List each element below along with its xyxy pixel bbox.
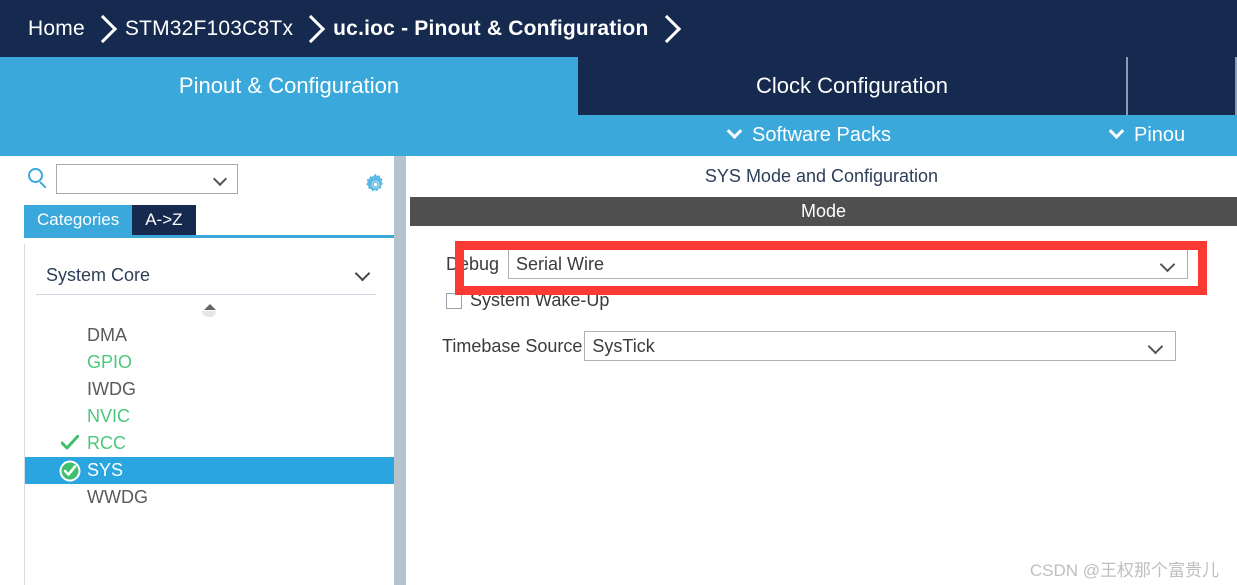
breadcrumb: Home STM32F103C8Tx uc.ioc - Pinout & Con… bbox=[0, 0, 1237, 57]
chevron-down-icon bbox=[1108, 123, 1125, 140]
search-input[interactable] bbox=[56, 164, 238, 194]
chevron-down-icon[interactable] bbox=[212, 171, 228, 187]
search-icon bbox=[28, 168, 48, 189]
panel-splitter[interactable] bbox=[394, 156, 406, 585]
breadcrumb-chevron-icon bbox=[649, 0, 689, 57]
breadcrumb-item-home[interactable]: Home bbox=[0, 17, 85, 41]
subtab-underline bbox=[24, 235, 394, 238]
peripheral-label: WWDG bbox=[87, 487, 148, 507]
category-header-system-core[interactable]: System Core bbox=[35, 258, 385, 292]
watermark: CSDN @王权那个富贵儿 bbox=[1029, 561, 1219, 580]
sidebar-item-rcc[interactable]: RCC bbox=[25, 430, 395, 457]
tab-pinout-configuration[interactable]: Pinout & Configuration bbox=[0, 57, 578, 115]
timebase-field-row: Timebase Source SysTick bbox=[442, 331, 1177, 361]
timebase-label: Timebase Source bbox=[442, 335, 583, 356]
sidebar-subtabs: Categories A->Z bbox=[24, 205, 196, 235]
configuration-panel: SYS Mode and Configuration Mode Debug Se… bbox=[406, 156, 1237, 585]
main-tabstrip: Pinout & Configuration Clock Configurati… bbox=[0, 57, 1237, 115]
sidebar-item-sys[interactable]: SYS bbox=[25, 457, 395, 484]
sidebar-item-dma[interactable]: DMA bbox=[25, 322, 395, 349]
category-title: System Core bbox=[46, 264, 151, 285]
page-title: SYS Mode and Configuration bbox=[704, 166, 939, 186]
peripheral-label: SYS bbox=[87, 460, 124, 480]
debug-label: Debug bbox=[446, 253, 500, 274]
peripheral-list: DMA GPIO IWDG NVIC RCC SYS WWDG bbox=[25, 322, 395, 511]
sidebar-item-gpio[interactable]: GPIO bbox=[25, 349, 395, 376]
sidebar-item-wwdg[interactable]: WWDG bbox=[25, 484, 395, 511]
tab-third[interactable] bbox=[1128, 57, 1237, 115]
menu-pinout-label: Pinou bbox=[1134, 124, 1186, 146]
debug-value: Serial Wire bbox=[516, 253, 605, 274]
chevron-down-icon[interactable] bbox=[354, 265, 371, 282]
chevron-down-icon bbox=[726, 123, 743, 140]
system-wakeup-row[interactable]: System Wake-Up bbox=[446, 290, 609, 311]
category-listbox: System Core DMA GPIO IWDG NVIC RCC SYS W… bbox=[24, 244, 395, 585]
mode-section-header: Mode bbox=[410, 197, 1237, 226]
search-row bbox=[0, 162, 394, 202]
secondary-menu-bar: Software Packs Pinou bbox=[0, 115, 1237, 156]
breadcrumb-chevron-icon bbox=[293, 0, 333, 57]
peripheral-label: RCC bbox=[87, 433, 126, 453]
breadcrumb-item-mcu[interactable]: STM32F103C8Tx bbox=[125, 17, 293, 41]
peripheral-label: GPIO bbox=[87, 352, 133, 372]
category-divider bbox=[36, 294, 376, 295]
chevron-down-icon[interactable] bbox=[1159, 256, 1176, 273]
chevron-down-icon[interactable] bbox=[1148, 338, 1164, 355]
timebase-value: SysTick bbox=[592, 335, 655, 356]
check-icon bbox=[61, 435, 79, 451]
sidebar-item-nvic[interactable]: NVIC bbox=[25, 403, 395, 430]
breadcrumb-chevron-icon bbox=[85, 0, 125, 57]
peripheral-sidebar: Categories A->Z System Core DMA GPIO IWD… bbox=[0, 156, 395, 585]
gear-icon[interactable] bbox=[363, 172, 388, 197]
system-wakeup-checkbox[interactable] bbox=[446, 292, 462, 309]
subtab-a-to-z[interactable]: A->Z bbox=[132, 205, 196, 235]
sidebar-item-iwdg[interactable]: IWDG bbox=[25, 376, 395, 403]
peripheral-label: IWDG bbox=[87, 379, 136, 399]
debug-field-row: Debug Serial Wire bbox=[446, 249, 1188, 279]
menu-software-packs[interactable]: Software Packs bbox=[726, 123, 891, 147]
menu-software-packs-label: Software Packs bbox=[752, 124, 891, 146]
timebase-select[interactable]: SysTick bbox=[584, 331, 1177, 361]
scroll-up-indicator-icon[interactable] bbox=[201, 302, 217, 318]
peripheral-label: DMA bbox=[87, 325, 127, 345]
system-wakeup-label: System Wake-Up bbox=[470, 290, 610, 310]
check-circle-icon bbox=[59, 460, 81, 482]
debug-select[interactable]: Serial Wire bbox=[508, 249, 1188, 279]
cubemx-window: Home STM32F103C8Tx uc.ioc - Pinout & Con… bbox=[0, 0, 1237, 585]
breadcrumb-item-project[interactable]: uc.ioc - Pinout & Configuration bbox=[333, 17, 648, 41]
tab-clock-configuration[interactable]: Clock Configuration bbox=[578, 57, 1128, 115]
peripheral-label: NVIC bbox=[87, 406, 131, 426]
subtab-categories[interactable]: Categories bbox=[24, 205, 133, 235]
menu-pinout[interactable]: Pinou bbox=[1108, 123, 1186, 147]
